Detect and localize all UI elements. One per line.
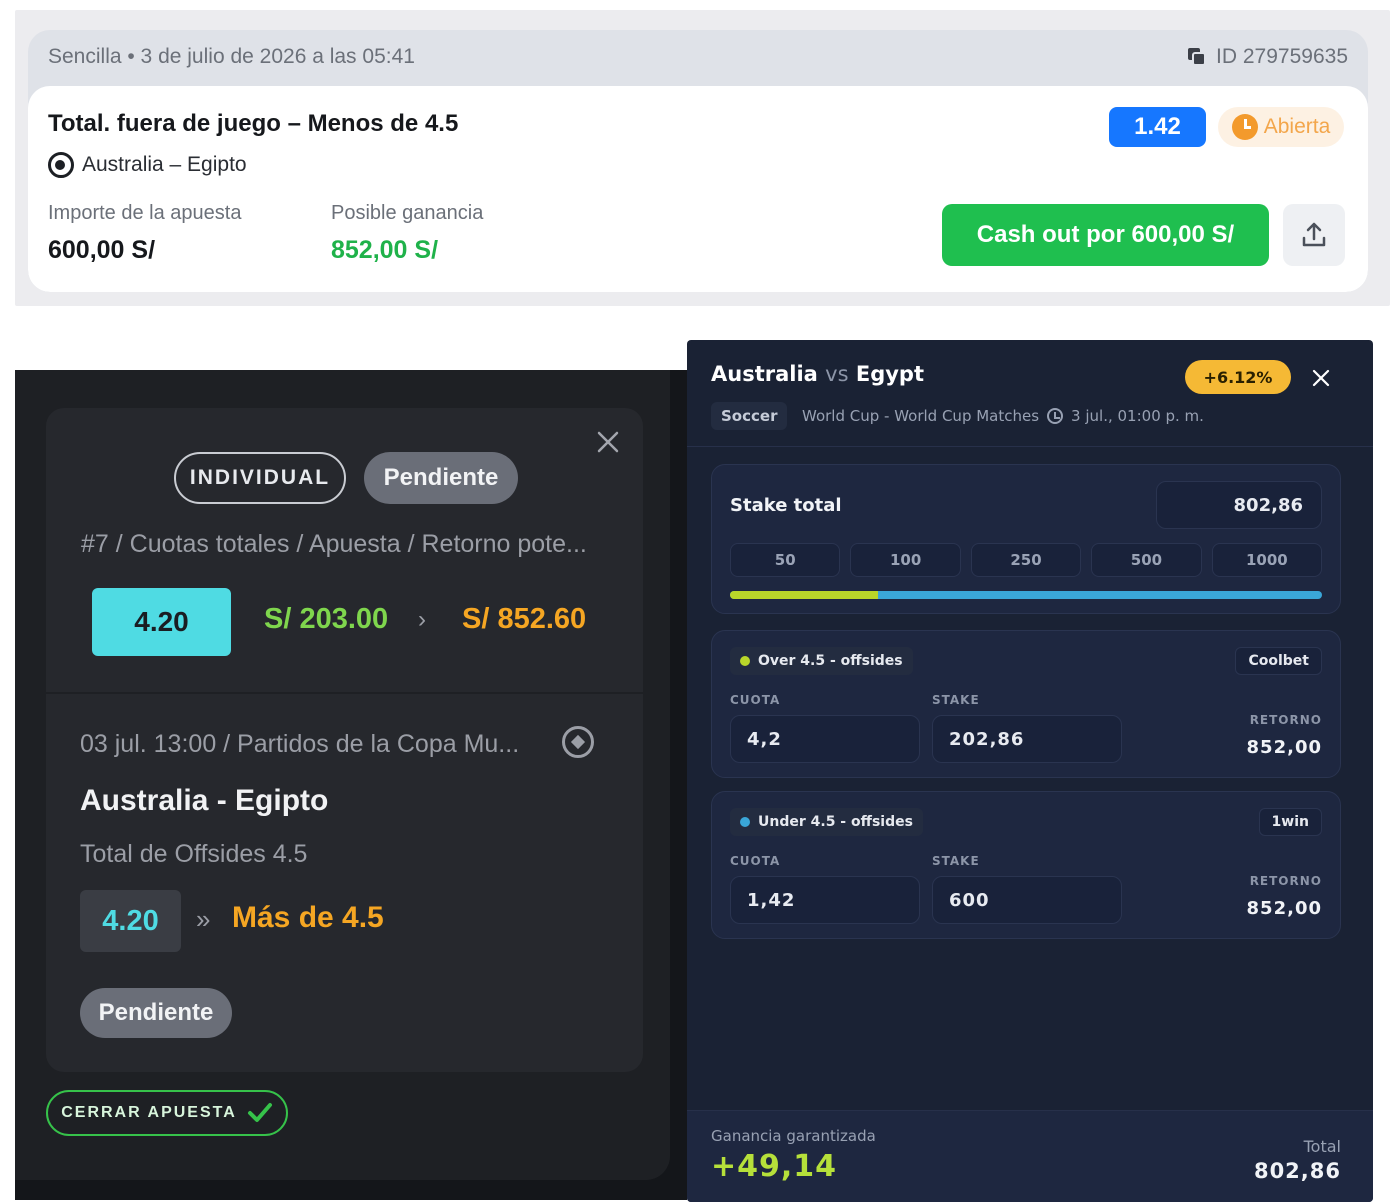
market-title: Total. fuera de juego – Menos de 4.5 — [48, 110, 459, 137]
close-bet-button[interactable]: CERRAR APUESTA — [46, 1090, 288, 1136]
bet-detail-box: INDIVIDUAL Pendiente #7 / Cuotas totales… — [46, 408, 643, 1072]
vs-separator: vs — [825, 362, 849, 386]
match-datetime: 3 jul., 01:00 p. m. — [1071, 407, 1204, 425]
competition-row: World Cup - World Cup Matches 3 jul., 01… — [802, 407, 1204, 425]
checkmark-icon — [247, 1103, 272, 1122]
close-icon[interactable] — [1309, 366, 1333, 390]
summary-footer: Ganancia garantizada +49,14 Total 802,86 — [687, 1110, 1373, 1202]
stake-total-input[interactable]: 802,86 — [1156, 481, 1322, 529]
cashout-button[interactable]: Cash out por 600,00 S/ — [942, 204, 1269, 266]
bet-card-panel: Sencilla • 3 de julio de 2026 a las 05:4… — [15, 10, 1390, 306]
stake-label: Importe de la apuesta — [48, 202, 242, 224]
market-name: Total de Offsides 4.5 — [80, 840, 308, 868]
total-label: Total — [1303, 1137, 1341, 1156]
status-pill: Pendiente — [364, 452, 518, 504]
divider — [46, 692, 643, 694]
win-label: Posible ganancia — [331, 202, 484, 224]
stake-split-fill — [730, 591, 878, 599]
quick-stake-chip[interactable]: 100 — [850, 543, 961, 577]
bookmaker-badge[interactable]: 1win — [1258, 808, 1322, 836]
match-title: Australia vs Egypt — [711, 362, 924, 386]
return-value: 852,00 — [1246, 737, 1322, 758]
stake-total-label: Stake total — [730, 495, 842, 516]
leg-selection-tag: Over 4.5 - offsides — [730, 647, 913, 675]
bet-card-header: Sencilla • 3 de julio de 2026 a las 05:4… — [28, 30, 1368, 86]
quick-stake-chip[interactable]: 1000 — [1211, 543, 1323, 577]
status-badge: Abierta — [1218, 107, 1344, 147]
profit-badge: +6.12% — [1185, 360, 1291, 394]
stake-input[interactable]: 600 — [932, 876, 1122, 924]
divider — [687, 446, 1373, 447]
leg-card: Under 4.5 - offsides 1win CUOTA 1,42 STA… — [711, 791, 1341, 939]
quick-stake-chip[interactable]: 250 — [970, 543, 1082, 577]
bet-card-body: Total. fuera de juego – Menos de 4.5 Aus… — [28, 86, 1368, 292]
dark-bet-slip-panel: INDIVIDUAL Pendiente #7 / Cuotas totales… — [15, 370, 687, 1200]
leg-selection-tag: Under 4.5 - offsides — [730, 808, 923, 836]
share-button[interactable] — [1283, 204, 1345, 266]
bet-type-date: Sencilla • 3 de julio de 2026 a las 05:4… — [48, 45, 415, 68]
event-teams: Australia - Egipto — [80, 784, 329, 817]
stake-caption: STAKE — [932, 693, 980, 707]
selection-status-pill: Pendiente — [80, 988, 232, 1038]
soccer-ball-icon — [562, 726, 594, 758]
total-value: 802,86 — [1253, 1159, 1341, 1183]
quick-stake-chip[interactable]: 50 — [730, 543, 841, 577]
potential-return: S/ 852.60 — [462, 603, 587, 635]
odds-input[interactable]: 1,42 — [730, 876, 920, 924]
odds-input[interactable]: 4,2 — [730, 715, 920, 763]
stake-caption: STAKE — [932, 854, 980, 868]
win-value: 852,00 S/ — [331, 236, 439, 264]
event-row: Australia – Egipto — [48, 152, 247, 178]
event-name: Australia – Egipto — [82, 153, 247, 176]
bookmaker-badge[interactable]: Coolbet — [1235, 647, 1322, 675]
bet-card: Sencilla • 3 de julio de 2026 a las 05:4… — [28, 30, 1368, 292]
double-chevron-icon: » — [196, 904, 211, 934]
leg-dot — [740, 817, 750, 827]
competition-name: World Cup - World Cup Matches — [802, 407, 1040, 425]
away-team: Egypt — [855, 362, 924, 386]
leg-label: Over 4.5 - offsides — [758, 653, 903, 669]
stake-value: 600,00 S/ — [48, 236, 156, 264]
share-icon — [1302, 222, 1326, 247]
bet-id-text: ID 279759635 — [1216, 45, 1348, 68]
guaranteed-label: Ganancia garantizada — [711, 1127, 876, 1145]
clock-icon — [1231, 114, 1258, 140]
selection-name: Más de 4.5 — [232, 901, 384, 934]
close-bet-label: CERRAR APUESTA — [61, 1104, 237, 1121]
quick-stake-chips: 50 100 250 500 1000 — [730, 543, 1323, 577]
selection-odds: 4.20 — [80, 890, 181, 952]
odds-caption: CUOTA — [730, 693, 781, 707]
leg-card: Over 4.5 - offsides Coolbet CUOTA 4,2 ST… — [711, 630, 1341, 778]
copy-icon[interactable] — [1186, 46, 1208, 68]
stake-input[interactable]: 202,86 — [932, 715, 1122, 763]
soccer-ball-icon — [48, 152, 74, 178]
chevron-right-icon: › — [418, 606, 426, 633]
home-team: Australia — [711, 362, 818, 386]
close-icon[interactable] — [594, 428, 622, 456]
stake-amount: S/ 203.00 — [264, 603, 389, 635]
status-text: Abierta — [1263, 115, 1331, 138]
clock-icon — [1047, 408, 1064, 424]
return-value: 852,00 — [1246, 898, 1322, 919]
leg-label: Under 4.5 - offsides — [758, 814, 913, 830]
stake-total-box: Stake total 802,86 50 100 250 500 1000 — [711, 464, 1341, 614]
event-meta: 03 jul. 13:00 / Partidos de la Copa Mu..… — [80, 730, 520, 758]
sport-tag: Soccer — [711, 402, 788, 430]
columns-header: #7 / Cuotas totales / Apuesta / Retorno … — [81, 530, 587, 558]
surebet-calculator-panel: Australia vs Egypt +6.12% Soccer World C… — [687, 340, 1373, 1202]
leg-dot — [740, 656, 750, 666]
bet-type-pill: INDIVIDUAL — [174, 452, 346, 504]
odds-badge: 1.42 — [1109, 107, 1206, 147]
total-odds: 4.20 — [92, 588, 231, 656]
return-caption: RETORNO — [1249, 713, 1322, 727]
stake-split-bar[interactable] — [730, 591, 1322, 599]
guaranteed-value: +49,14 — [711, 1149, 838, 1184]
bet-id[interactable]: ID 279759635 — [1186, 45, 1348, 69]
return-caption: RETORNO — [1249, 874, 1322, 888]
quick-stake-chip[interactable]: 500 — [1091, 543, 1202, 577]
odds-caption: CUOTA — [730, 854, 781, 868]
dark-bet-slip: INDIVIDUAL Pendiente #7 / Cuotas totales… — [15, 370, 670, 1180]
